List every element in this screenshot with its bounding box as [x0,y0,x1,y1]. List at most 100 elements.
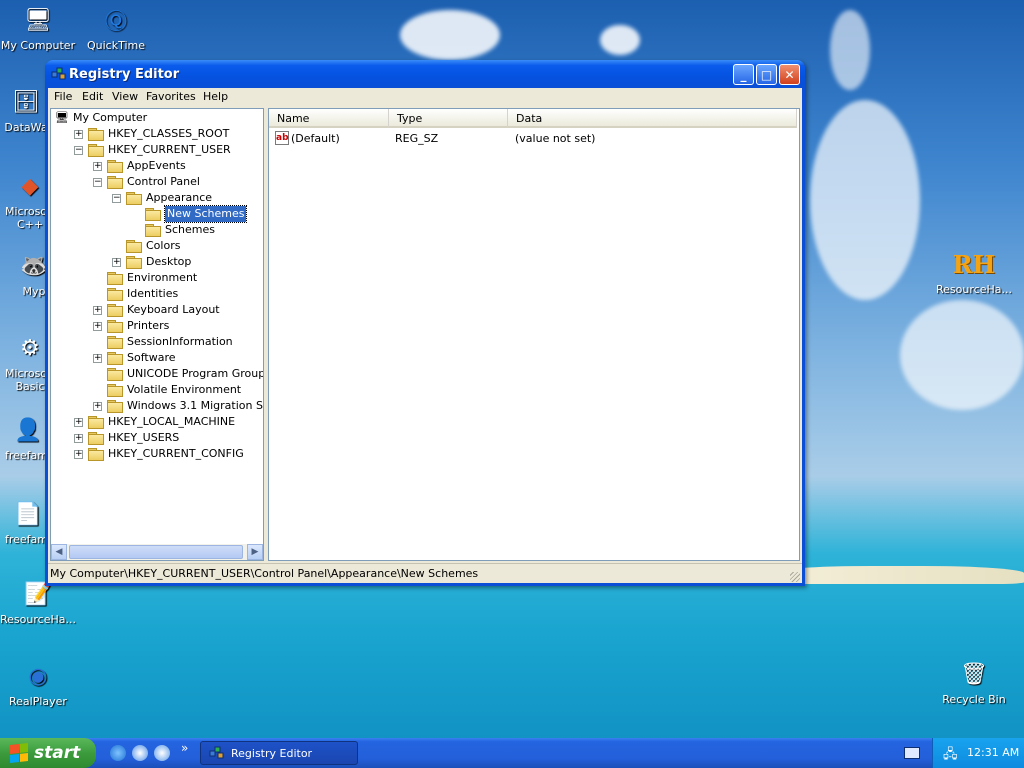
folder-icon [107,160,123,173]
start-button[interactable]: start [0,738,96,768]
tree-item[interactable]: + Windows 3.1 Migration Status [51,398,263,414]
keyboard-icon[interactable] [904,747,920,759]
tree-item[interactable]: + Keyboard Layout [51,302,263,318]
internet-explorer-icon[interactable] [110,745,126,761]
collapse-icon[interactable]: − [74,146,83,155]
tree-item[interactable]: UNICODE Program Groups [51,366,263,382]
datawa-icon: 🗄 [12,89,40,115]
tree-item-label: My Computer [73,111,148,124]
folder-icon [107,336,123,349]
taskbar-button-registry-editor[interactable]: Registry Editor [200,741,358,765]
tree-item[interactable]: Identities [51,286,263,302]
recycle-bin-icon: 🗑 [960,661,988,687]
outlook-express-icon[interactable] [132,745,148,761]
folder-icon [88,128,104,141]
close-button[interactable]: ✕ [779,64,800,85]
tree-item[interactable]: + Printers [51,318,263,334]
tree-item[interactable]: − HKEY_CURRENT_USER [51,142,263,158]
tree-item[interactable]: + AppEvents [51,158,263,174]
desktop-icon-resourcehacker-right[interactable]: RH ResourceHa... [936,248,1012,297]
folder-icon [107,400,123,413]
tree-item[interactable]: New Schemes [51,205,263,223]
menu-favorites[interactable]: Favorites [146,90,196,103]
tree-item[interactable]: Volatile Environment [51,382,263,398]
tree-item-label: HKEY_USERS [108,431,180,444]
tree-item[interactable]: + Software [51,350,263,366]
value-name[interactable]: (Default) [291,131,340,147]
column-header-type[interactable]: Type [389,109,508,128]
desktop-icon-my-computer[interactable]: 🖥 My Computer [0,4,76,53]
menu-help[interactable]: Help [203,90,228,103]
expand-icon[interactable]: + [93,354,102,363]
menu-view[interactable]: View [112,90,138,103]
window-title: Registry Editor [69,67,180,82]
network-icon[interactable]: 🖧 [943,745,958,767]
tree-item[interactable]: − Control Panel [51,174,263,190]
tree-item[interactable]: + HKEY_CURRENT_CONFIG [51,446,263,462]
registry-tree[interactable]: 🖥 My Computer + HKEY_CLASSES_ROOT − HKEY_CURR… [50,108,264,561]
values-list[interactable]: Name Type Data ab (Default) REG_SZ (valu… [268,108,800,561]
system-tray: 🖧 12:31 AM [932,738,1024,768]
tree-item[interactable]: SessionInformation [51,334,263,350]
tree-item-label: Control Panel [127,175,200,188]
open-folder-icon [145,208,161,221]
cloud [600,25,640,55]
maximize-button[interactable]: □ [756,64,777,85]
scroll-thumb[interactable] [69,545,243,559]
column-header-data[interactable]: Data [508,109,797,128]
tree-item[interactable]: + HKEY_USERS [51,430,263,446]
tree-item-label: HKEY_CURRENT_CONFIG [108,447,244,460]
tree-item[interactable]: 🖥 My Computer [51,110,263,126]
desktop-icon-label: My Computer [0,39,76,52]
folder-icon [126,192,142,205]
folder-icon [107,272,123,285]
minimize-button[interactable]: _ [733,64,754,85]
title-bar[interactable]: Registry Editor _ □ ✕ [45,60,805,88]
window-client: File Edit View Favorites Help 🖥 My Comput… [48,88,802,583]
tree-item[interactable]: − Appearance [51,190,263,206]
start-label: start [34,743,81,763]
quicklaunch-more-icon[interactable]: » [181,741,188,755]
expand-icon[interactable]: + [93,322,102,331]
cloud [400,10,500,60]
folder-icon [88,448,104,461]
desktop-icon-quicktime[interactable]: Ⓠ QuickTime Player [78,4,154,53]
tree-item[interactable]: Schemes [51,222,263,238]
scroll-right-icon[interactable]: ▶ [247,544,263,560]
string-value-icon: ab [275,131,289,145]
tree-item[interactable]: + HKEY_LOCAL_MACHINE [51,414,263,430]
tree-item[interactable]: + HKEY_CLASSES_ROOT [51,126,263,142]
menu-edit[interactable]: Edit [82,90,103,103]
expand-icon[interactable]: + [93,306,102,315]
tree-item[interactable]: Environment [51,270,263,286]
media-player-icon[interactable] [154,745,170,761]
tree-item[interactable]: Colors [51,238,263,254]
expand-icon[interactable]: + [112,258,121,267]
resize-grip-icon[interactable] [790,572,800,582]
tree-item-label: Software [127,351,176,364]
tree-item-label: Keyboard Layout [127,303,220,316]
column-header-name[interactable]: Name [269,109,389,128]
expand-icon[interactable]: + [93,402,102,411]
desktop-icon-label: QuickTime Player [86,39,146,53]
tree-item-label: Environment [127,271,198,284]
menu-file[interactable]: File [54,90,72,103]
expand-icon[interactable]: + [74,418,83,427]
desktop-icon-realplayer[interactable]: ◉ RealPlayer [0,660,76,709]
tree-item[interactable]: + Desktop [51,254,263,270]
expand-icon[interactable]: + [74,450,83,459]
expand-icon[interactable]: + [93,162,102,171]
realplayer-icon: ◉ [28,663,48,689]
scroll-left-icon[interactable]: ◀ [51,544,67,560]
expand-icon[interactable]: + [74,130,83,139]
folder-icon [88,432,104,445]
expand-icon[interactable]: + [74,434,83,443]
collapse-icon[interactable]: − [112,194,121,203]
desktop-icon-recycle-bin[interactable]: 🗑 Recycle Bin [936,658,1012,707]
collapse-icon[interactable]: − [93,178,102,187]
tree-item-label: New Schemes [163,205,248,223]
tree-horizontal-scrollbar[interactable]: ◀ ▶ [51,544,263,560]
tree-item-label: HKEY_CURRENT_USER [108,143,231,156]
tree-item-label: AppEvents [127,159,186,172]
clock[interactable]: 12:31 AM [967,746,1019,759]
